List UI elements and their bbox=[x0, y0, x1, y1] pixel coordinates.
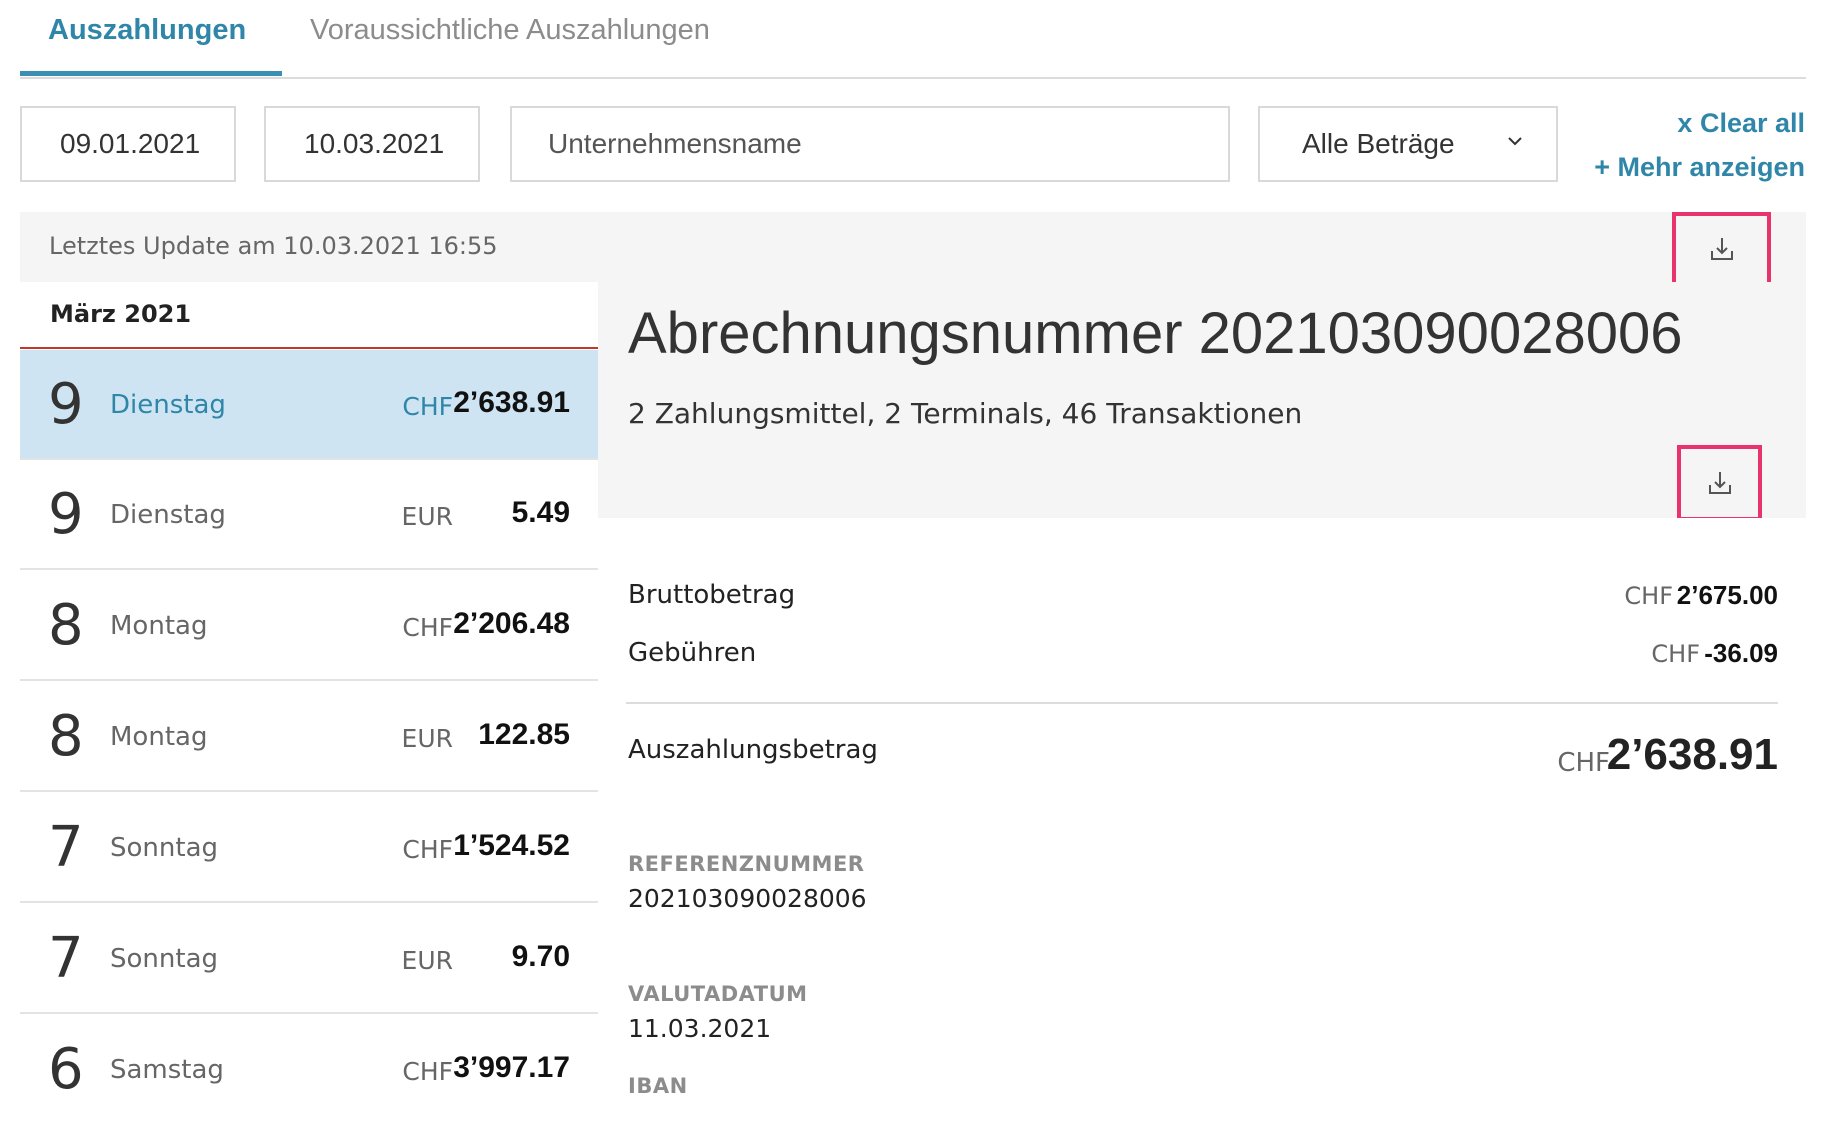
weekday: Dienstag bbox=[110, 390, 226, 420]
list-item[interactable]: 8 Montag CHF 2’206.48 bbox=[20, 571, 598, 681]
list-item[interactable]: 7 Sonntag EUR 9.70 bbox=[20, 904, 598, 1014]
amount: 3’997.17 bbox=[453, 1051, 570, 1084]
day-number: 8 bbox=[48, 593, 84, 658]
weekday: Montag bbox=[110, 722, 208, 752]
gross-amount: 2’675.00 bbox=[1676, 580, 1778, 610]
fees-label: Gebühren bbox=[628, 638, 757, 668]
date-from-input[interactable]: 09.01.2021 bbox=[20, 106, 236, 182]
reference-caption: REFERENZNUMMER bbox=[628, 852, 865, 876]
fees-amount: -36.09 bbox=[1704, 638, 1778, 668]
gross-currency: CHF bbox=[1624, 582, 1673, 610]
weekday: Samstag bbox=[110, 1055, 224, 1085]
day-number: 7 bbox=[48, 815, 84, 880]
amount: 9.70 bbox=[511, 940, 570, 973]
company-name-input[interactable]: Unternehmensname bbox=[510, 106, 1230, 182]
list-item[interactable]: 6 Samstag CHF 3’997.17 bbox=[20, 1015, 598, 1125]
list-item[interactable]: 7 Sonntag CHF 1’524.52 bbox=[20, 793, 598, 903]
day-number: 9 bbox=[48, 482, 84, 547]
payout-currency: CHF bbox=[1557, 748, 1610, 778]
settlement-title: Abrechnungsnummer 202103090028006 bbox=[628, 301, 1683, 366]
date-to-input[interactable]: 10.03.2021 bbox=[264, 106, 480, 182]
download-all-button[interactable] bbox=[1672, 212, 1771, 286]
last-update-text: Letztes Update am 10.03.2021 16:55 bbox=[49, 232, 498, 260]
month-divider bbox=[20, 347, 598, 349]
reference-value: 202103090028006 bbox=[628, 884, 867, 913]
amount: 1’524.52 bbox=[453, 829, 570, 862]
amount: 2’638.91 bbox=[453, 386, 570, 419]
list-item[interactable]: 9 Dienstag EUR 5.49 bbox=[20, 460, 598, 570]
tab-auszahlungen[interactable]: Auszahlungen bbox=[48, 14, 246, 47]
day-number: 6 bbox=[48, 1037, 84, 1102]
download-settlement-button[interactable] bbox=[1677, 445, 1762, 521]
day-number: 9 bbox=[48, 372, 84, 437]
day-number: 7 bbox=[48, 926, 84, 991]
show-more-link[interactable]: + Mehr anzeigen bbox=[1594, 152, 1805, 183]
amount: 122.85 bbox=[478, 718, 570, 751]
value-date-caption: VALUTADATUM bbox=[628, 982, 808, 1006]
chevron-down-icon bbox=[1508, 137, 1522, 146]
download-icon bbox=[1708, 472, 1731, 494]
weekday: Sonntag bbox=[110, 833, 218, 863]
list-item[interactable]: 8 Montag EUR 122.85 bbox=[20, 682, 598, 792]
weekday: Sonntag bbox=[110, 944, 218, 974]
payout-list: März 2021 9 Dienstag CHF 2’638.91 9 Dien… bbox=[20, 282, 600, 1125]
weekday: Dienstag bbox=[110, 500, 226, 530]
settlement-summary: 2 Zahlungsmittel, 2 Terminals, 46 Transa… bbox=[628, 397, 1303, 430]
amount: 5.49 bbox=[511, 496, 570, 529]
value-date: 11.03.2021 bbox=[628, 1014, 772, 1043]
download-icon bbox=[1710, 238, 1733, 260]
active-tab-indicator bbox=[20, 71, 282, 76]
payout-label: Auszahlungsbetrag bbox=[628, 735, 878, 765]
list-item[interactable]: 9 Dienstag CHF 2’638.91 bbox=[20, 350, 598, 460]
amount-select[interactable]: Alle Beträge bbox=[1258, 106, 1558, 182]
month-heading: März 2021 bbox=[50, 300, 192, 328]
tab-bar: Auszahlungen Voraussichtliche Auszahlung… bbox=[20, 0, 1806, 79]
payout-amount: 2’638.91 bbox=[1606, 730, 1778, 779]
amount-select-value: Alle Beträge bbox=[1302, 128, 1455, 159]
iban-caption: IBAN bbox=[628, 1074, 688, 1098]
tab-voraussichtliche-auszahlungen[interactable]: Voraussichtliche Auszahlungen bbox=[310, 14, 710, 47]
gross-label: Bruttobetrag bbox=[628, 580, 796, 610]
amount: 2’206.48 bbox=[453, 607, 570, 640]
weekday: Montag bbox=[110, 611, 208, 641]
totals-divider bbox=[626, 702, 1778, 704]
day-number: 8 bbox=[48, 704, 84, 769]
fees-currency: CHF bbox=[1651, 640, 1700, 668]
clear-all-link[interactable]: x Clear all bbox=[1677, 108, 1805, 139]
